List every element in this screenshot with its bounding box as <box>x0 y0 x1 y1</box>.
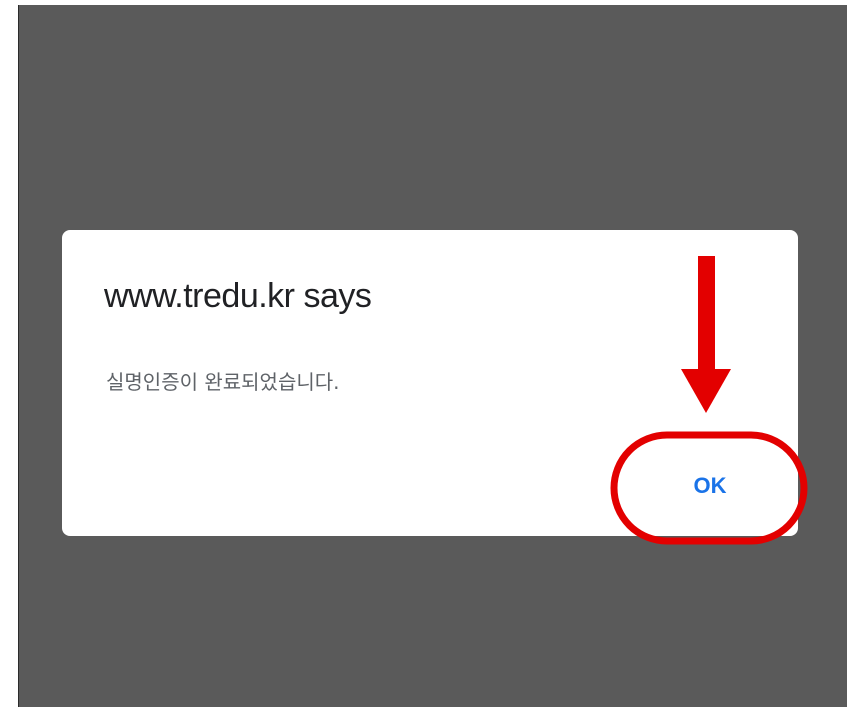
alert-dialog: www.tredu.kr says 실명인증이 완료되었습니다. OK <box>62 230 798 536</box>
dialog-title: www.tredu.kr says <box>104 277 372 315</box>
dialog-message: 실명인증이 완료되었습니다. <box>106 370 340 394</box>
ok-button[interactable]: OK <box>650 458 770 514</box>
screenshot-frame: www.tredu.kr says 실명인증이 완료되었습니다. OK <box>0 0 848 707</box>
